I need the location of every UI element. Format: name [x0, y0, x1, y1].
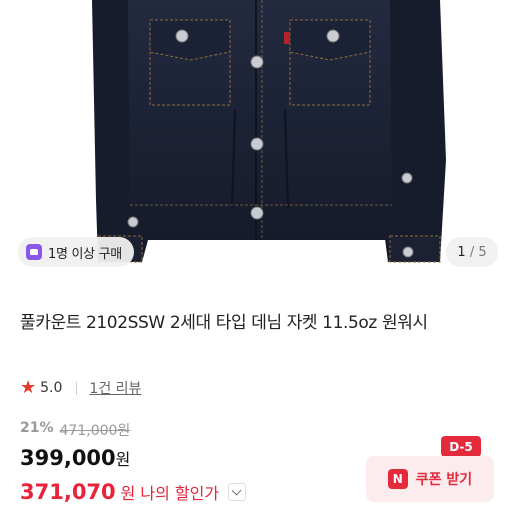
- product-title: 풀카운트 2102SSW 2세대 타입 데님 자켓 11.5oz 원워시: [20, 313, 428, 333]
- shopping-bag-icon: [26, 244, 42, 260]
- my-price-currency: 원: [120, 484, 136, 503]
- chevron-down-icon[interactable]: [228, 483, 247, 501]
- rating-row: ★ 5.0 1건 리뷰: [20, 378, 141, 398]
- coupon-button-label: 쿠폰 받기: [415, 472, 473, 488]
- image-page-indicator: 1 / 5: [446, 237, 498, 267]
- page-current: 1: [457, 244, 466, 260]
- buyer-count-text: 1명 이상 구매: [48, 246, 122, 262]
- page-total: / 5: [469, 244, 487, 260]
- n-coupon-icon: N: [387, 469, 408, 489]
- star-icon: ★: [20, 377, 37, 398]
- sale-price: 399,000원: [20, 446, 130, 470]
- discount-rate: 21%: [20, 420, 54, 436]
- discount-row: 21% 471,000원: [20, 420, 130, 440]
- review-count-link[interactable]: 1건 리뷰: [89, 378, 141, 398]
- product-image-gallery[interactable]: 1명 이상 구매 1 / 5: [0, 0, 514, 285]
- sale-price-value: 399,000: [20, 446, 116, 470]
- coupon-download-button[interactable]: N 쿠폰 받기: [366, 456, 494, 502]
- my-price-label: 나의 할인가: [140, 484, 220, 503]
- my-price-value: 371,070: [20, 480, 116, 504]
- buyer-count-badge: 1명 이상 구매: [18, 237, 134, 267]
- sale-price-currency: 원: [115, 450, 131, 469]
- original-price: 471,000원: [59, 423, 131, 439]
- divider: [76, 381, 78, 395]
- rating-score: 5.0: [40, 380, 63, 396]
- my-discount-price[interactable]: 371,070 원 나의 할인가: [20, 480, 247, 504]
- coupon-dday-badge: D-5: [441, 436, 481, 462]
